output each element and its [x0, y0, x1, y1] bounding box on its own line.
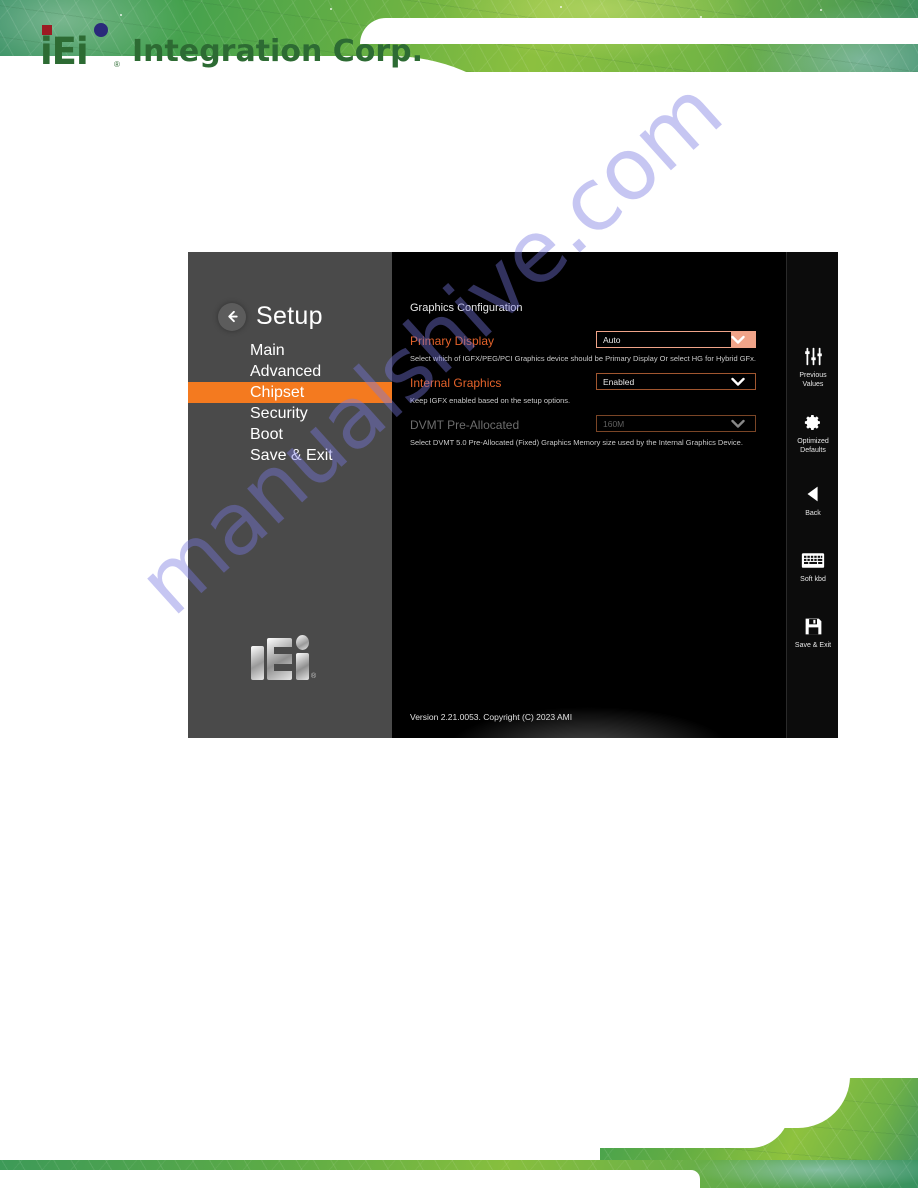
page-footer-decor: [0, 1078, 918, 1188]
footer-swoosh-curve: [0, 1114, 560, 1140]
option-label-dvmt-pre-allocated: DVMT Pre-Allocated: [410, 418, 520, 432]
option-help-dvmt-pre-allocated: Select DVMT 5.0 Pre-Allocated (Fixed) Gr…: [410, 438, 743, 447]
triangle-left-icon: [787, 482, 838, 506]
logo-registered-mark: ®: [311, 673, 317, 680]
bios-sidebar: Setup Main Advanced Chipset Security Boo…: [188, 252, 392, 738]
sidebar-item-main[interactable]: Main: [188, 340, 392, 361]
page-header-banner: iEi ® Integration Corp.: [0, 0, 918, 112]
logo-registered-mark: ®: [114, 60, 120, 69]
chevron-down-icon: [731, 335, 755, 345]
bios-setup-screenshot: Setup Main Advanced Chipset Security Boo…: [188, 252, 838, 738]
bios-nav-list: Main Advanced Chipset Security Boot Save…: [188, 340, 392, 466]
dropdown-value: 160M: [603, 418, 625, 429]
bios-version-text: Version 2.21.0053. Copyright (C) 2023 AM…: [410, 712, 573, 722]
logo-i-bar: [251, 646, 264, 680]
toolbar-label: Optimized Defaults: [797, 438, 829, 454]
option-help-primary-display: Select which of IGFX/PEG/PCI Graphics de…: [410, 354, 756, 363]
iei-logo: iEi ® Integration Corp.: [40, 23, 423, 76]
toolbar-label: Back: [805, 510, 821, 517]
dropdown-value: Auto: [597, 332, 731, 347]
sidebar-item-save-and-exit[interactable]: Save & Exit: [188, 445, 392, 466]
toolbar-optimized-defaults[interactable]: Optimized Defaults: [787, 410, 838, 455]
sidebar-item-boot[interactable]: Boot: [188, 424, 392, 445]
bios-sidebar-iei-logo: ®: [250, 635, 318, 689]
option-label-internal-graphics: Internal Graphics: [410, 376, 502, 390]
circuit-speck: [120, 14, 122, 16]
bios-main-panel: Graphics Configuration Primary Display A…: [392, 252, 786, 738]
logo-i-dot: [296, 635, 309, 650]
dropdown-dvmt-pre-allocated: 160M: [596, 415, 756, 432]
chevron-down-icon: [731, 377, 755, 387]
bios-setup-title: Setup: [256, 302, 323, 330]
logo-blue-circle-icon: [94, 23, 108, 37]
chevron-down-icon: [731, 419, 755, 429]
sliders-icon: [787, 344, 838, 368]
footer-white-box: [0, 1170, 700, 1188]
toolbar-previous-values[interactable]: Previous Values: [787, 344, 838, 389]
circuit-speck: [330, 8, 332, 10]
dropdown-internal-graphics[interactable]: Enabled: [596, 373, 756, 390]
sidebar-item-chipset[interactable]: Chipset: [188, 382, 392, 403]
circuit-speck: [820, 9, 822, 11]
toolbar-label: Save & Exit: [794, 642, 832, 649]
toolbar-label: Previous Values: [799, 372, 827, 388]
logo-initials: iEi: [40, 30, 89, 73]
page-root: iEi ® Integration Corp. Setup Main Advan…: [0, 0, 918, 1188]
logo-wordmark: Integration Corp.: [132, 34, 424, 69]
gear-icon: [787, 410, 838, 434]
header-swoosh-curve: [0, 92, 918, 112]
sidebar-item-security[interactable]: Security: [188, 403, 392, 424]
toolbar-label: Soft kbd: [800, 576, 826, 583]
circuit-speck: [560, 6, 562, 8]
keyboard-icon: [787, 548, 838, 572]
dropdown-value: Enabled: [603, 376, 635, 387]
toolbar-soft-kbd[interactable]: Soft kbd: [787, 548, 838, 584]
iei-logo-mark: iEi ®: [40, 23, 132, 76]
toolbar-back[interactable]: Back: [787, 482, 838, 518]
sidebar-item-advanced[interactable]: Advanced: [188, 361, 392, 382]
logo-e-block: [267, 638, 292, 680]
bios-setup-header: Setup: [218, 302, 323, 331]
option-label-primary-display: Primary Display: [410, 334, 495, 348]
header-swoosh-curve: [360, 18, 918, 44]
dropdown-primary-display[interactable]: Auto: [596, 331, 756, 348]
bios-toolbar: Previous Values Optimized Defaults Back …: [786, 252, 838, 738]
toolbar-save-and-exit[interactable]: Save & Exit: [787, 614, 838, 650]
option-help-internal-graphics: Keep IGFX enabled based on the setup opt…: [410, 396, 571, 405]
back-arrow-icon[interactable]: [218, 302, 246, 331]
bios-section-title: Graphics Configuration: [410, 302, 523, 314]
logo-i-stem: [296, 653, 309, 680]
floppy-disk-icon: [787, 614, 838, 638]
